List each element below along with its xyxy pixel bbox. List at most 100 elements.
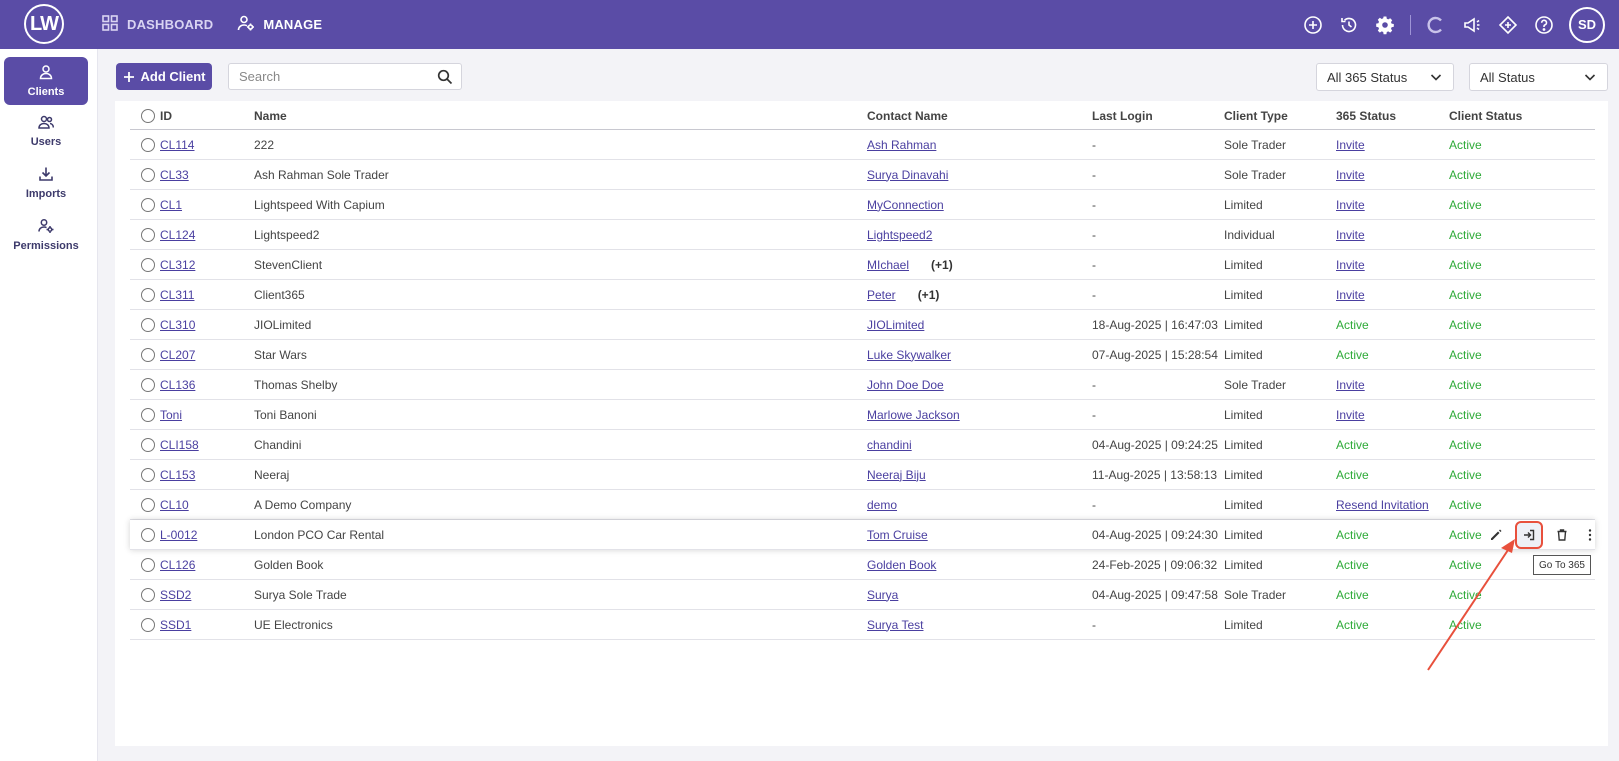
select-all-checkbox[interactable] [141, 103, 155, 129]
row-checkbox[interactable] [141, 610, 155, 639]
search-icon[interactable] [437, 69, 453, 85]
row-checkbox-box[interactable] [141, 557, 155, 572]
table-row[interactable]: CL311 Client365 Peter (+1) - Limited Invite Act… [130, 280, 1595, 310]
table-row[interactable]: CL312 StevenClient MIchael (+1) - Limited Invi… [130, 250, 1595, 280]
contact-name-link[interactable]: Golden Book [867, 558, 936, 572]
col-365-status[interactable]: 365 Status [1336, 103, 1396, 129]
contact-name-link[interactable]: John Doe Doe [867, 378, 944, 392]
client-id-link[interactable]: CL33 [160, 168, 189, 182]
sidebar-item-imports[interactable]: Imports [4, 159, 88, 207]
contact-name-link[interactable]: Ash Rahman [867, 138, 936, 152]
client-id-link[interactable]: CL126 [160, 558, 195, 572]
contact-name-link[interactable]: demo [867, 498, 897, 512]
row-checkbox[interactable] [141, 280, 155, 309]
table-row[interactable]: CL126 Golden Book Golden Book 24-Feb-2025 |… [130, 550, 1595, 580]
client-id-link[interactable]: CL311 [160, 288, 194, 302]
sidebar-item-users[interactable]: Users [4, 107, 88, 155]
row-checkbox-box[interactable] [141, 377, 155, 392]
365-status[interactable]: Invite [1336, 138, 1365, 152]
row-checkbox[interactable] [141, 490, 155, 519]
extra-contacts-badge[interactable]: (+1) [931, 258, 953, 272]
row-checkbox-box[interactable] [141, 347, 155, 362]
delete-icon[interactable] [1553, 526, 1571, 544]
table-row[interactable]: Toni Toni Banoni Marlowe Jackson - Limited In… [130, 400, 1595, 430]
row-checkbox[interactable] [141, 550, 155, 579]
client-id-link[interactable]: CL1 [160, 198, 182, 212]
user-avatar[interactable]: SD [1569, 6, 1605, 43]
365-status[interactable]: Invite [1336, 378, 1365, 392]
client-id-link[interactable]: CL153 [160, 468, 195, 482]
row-checkbox-box[interactable] [141, 467, 155, 482]
filter-365-status[interactable]: All 365 Status [1316, 63, 1454, 91]
row-checkbox-box[interactable] [141, 167, 155, 182]
contact-name-link[interactable]: Surya [867, 588, 898, 602]
table-row[interactable]: CL1 Lightspeed With Capium MyConnection - Li… [130, 190, 1595, 220]
col-client-status[interactable]: Client Status [1449, 103, 1522, 129]
365-status[interactable]: Invite [1336, 198, 1365, 212]
client-id-link[interactable]: CL124 [160, 228, 195, 242]
row-checkbox-box[interactable] [141, 437, 155, 452]
sidebar-item-clients[interactable]: Clients [4, 57, 88, 105]
row-checkbox[interactable] [141, 520, 155, 549]
col-client-type[interactable]: Client Type [1224, 103, 1288, 129]
table-row[interactable]: CL124 Lightspeed2 Lightspeed2 - Individual In… [130, 220, 1595, 250]
row-checkbox[interactable] [141, 370, 155, 399]
client-id-link[interactable]: SSD1 [160, 618, 191, 632]
365-status[interactable]: Invite [1336, 168, 1365, 182]
capium-icon[interactable] [1425, 14, 1447, 36]
row-checkbox[interactable] [141, 310, 155, 339]
row-checkbox[interactable] [141, 220, 155, 249]
integration-icon[interactable] [1497, 14, 1519, 36]
row-checkbox[interactable] [141, 190, 155, 219]
add-circle-icon[interactable] [1302, 14, 1324, 36]
client-id-link[interactable]: L-0012 [160, 528, 197, 542]
table-row[interactable]: CL10 A Demo Company demo - Limited Resend Inv… [130, 490, 1595, 520]
col-id[interactable]: ID [160, 103, 172, 129]
row-checkbox-box[interactable] [141, 407, 155, 422]
nav-dashboard[interactable]: DASHBOARD [101, 14, 213, 35]
sidebar-item-permissions[interactable]: Permissions [4, 211, 88, 259]
row-checkbox[interactable] [141, 400, 155, 429]
contact-name-link[interactable]: Lightspeed2 [867, 228, 932, 242]
extra-contacts-badge[interactable]: (+1) [918, 288, 940, 302]
contact-name-link[interactable]: MIchael [867, 258, 909, 272]
brand-logo[interactable]: LW [24, 4, 64, 44]
row-checkbox-box[interactable] [141, 527, 155, 542]
col-name[interactable]: Name [254, 103, 287, 129]
table-row[interactable]: CL114 222 Ash Rahman - Sole Trader Invite Acti… [130, 130, 1595, 160]
col-last-login[interactable]: Last Login [1092, 103, 1153, 129]
table-row[interactable]: L-0012 London PCO Car Rental Tom Cruise 04-… [130, 520, 1595, 550]
client-id-link[interactable]: Toni [160, 408, 182, 422]
row-checkbox[interactable] [141, 130, 155, 159]
365-status[interactable]: Invite [1336, 228, 1365, 242]
client-id-link[interactable]: CL114 [160, 138, 194, 152]
client-id-link[interactable]: CLI158 [160, 438, 199, 452]
row-checkbox-box[interactable] [141, 227, 155, 242]
contact-name-link[interactable]: Surya Dinavahi [867, 168, 948, 182]
row-checkbox[interactable] [141, 430, 155, 459]
row-checkbox-box[interactable] [141, 617, 155, 632]
table-row[interactable]: CL153 Neeraj Neeraj Biju 11-Aug-2025 | 13:5… [130, 460, 1595, 490]
row-checkbox[interactable] [141, 580, 155, 609]
help-icon[interactable] [1533, 14, 1555, 36]
contact-name-link[interactable]: Peter [867, 288, 896, 302]
client-id-link[interactable]: CL207 [160, 348, 195, 362]
row-checkbox-box[interactable] [141, 287, 155, 302]
contact-name-link[interactable]: MyConnection [867, 198, 944, 212]
contact-name-link[interactable]: chandini [867, 438, 912, 452]
table-row[interactable]: CL207 Star Wars Luke Skywalker 07-Aug-2025 … [130, 340, 1595, 370]
table-row[interactable]: SSD2 Surya Sole Trade Surya 04-Aug-2025 | 0… [130, 580, 1595, 610]
table-row[interactable]: CL33 Ash Rahman Sole Trader Surya Dinavahi… [130, 160, 1595, 190]
row-checkbox[interactable] [141, 160, 155, 189]
go-to-365-icon[interactable] [1515, 520, 1543, 549]
table-row[interactable]: CL310 JIOLimited JIOLimited 18-Aug-2025 | 1… [130, 310, 1595, 340]
more-icon[interactable] [1581, 526, 1599, 544]
add-client-button[interactable]: Add Client [116, 63, 212, 90]
table-row[interactable]: SSD1 UE Electronics Surya Test - Limited Acti… [130, 610, 1595, 640]
row-checkbox-box[interactable] [141, 587, 155, 602]
row-checkbox-box[interactable] [141, 257, 155, 272]
contact-name-link[interactable]: Marlowe Jackson [867, 408, 960, 422]
row-checkbox-box[interactable] [141, 197, 155, 212]
gear-icon[interactable] [1374, 14, 1396, 36]
row-checkbox[interactable] [141, 460, 155, 489]
